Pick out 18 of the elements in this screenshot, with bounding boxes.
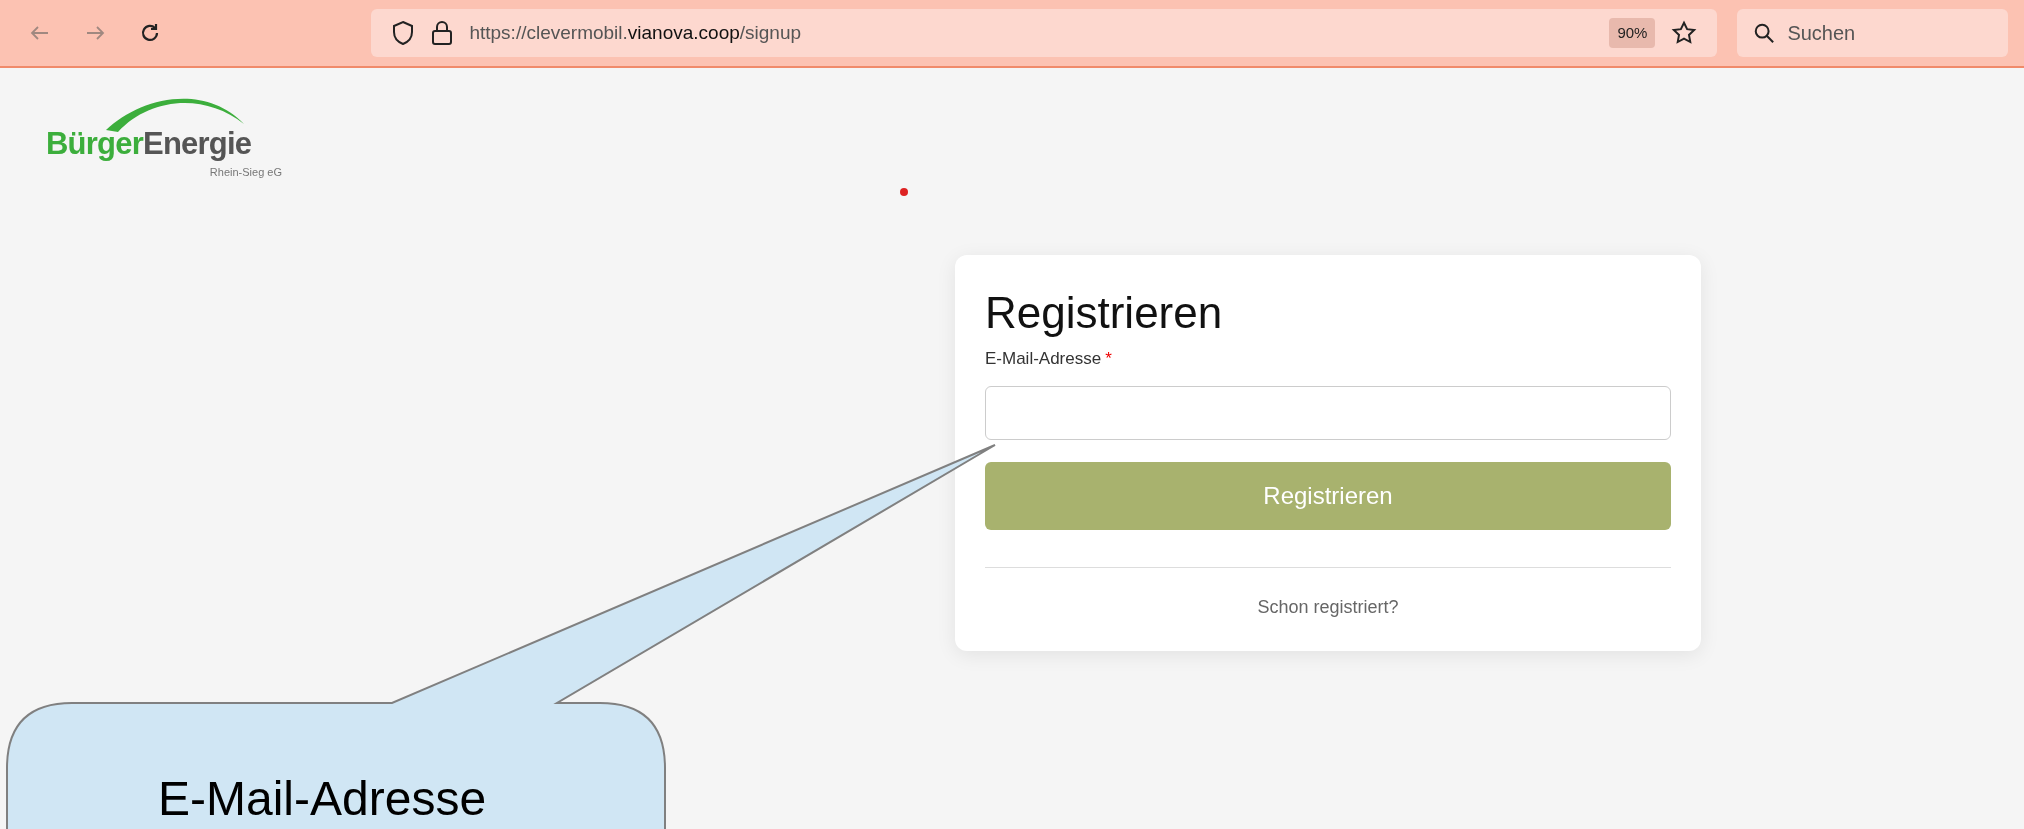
form-title: Registrieren — [985, 287, 1224, 339]
shield-icon — [391, 20, 416, 46]
callout-text: E-Mail-Adresse — [158, 775, 487, 823]
field-label: E-Mail-Adresse — [985, 348, 1102, 370]
address-bar[interactable]: https://clevermobil.vianova.coop/signup 90% — [371, 9, 1718, 57]
lock-icon — [431, 20, 454, 46]
search-icon — [1753, 22, 1776, 44]
zoom-badge[interactable]: 90% — [1609, 17, 1656, 49]
search-field[interactable]: Suchen — [1737, 9, 2008, 57]
url-text: https://clevermobil.vianova.coop/signup — [469, 20, 802, 45]
required-mark: * — [1105, 348, 1112, 370]
logo-word: Bürger — [46, 126, 143, 161]
login-link[interactable]: Schon registriert? — [1257, 593, 1399, 621]
logo[interactable]: BürgerEnergie Rhein-Sieg eG — [46, 90, 286, 185]
star-icon[interactable] — [1671, 20, 1698, 46]
logo-subtitle: Rhein-Sieg eG — [209, 165, 282, 180]
logo-word: Energie — [143, 126, 252, 161]
email-field[interactable] — [985, 385, 1671, 440]
